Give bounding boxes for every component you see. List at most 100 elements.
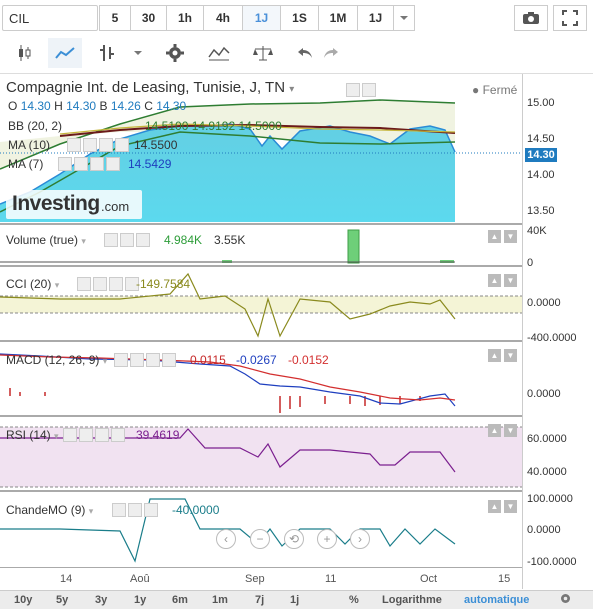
candlestick-button[interactable]	[10, 38, 40, 68]
eye-icon[interactable]	[112, 503, 126, 517]
screenshot-button[interactable]	[514, 5, 548, 31]
range-1y[interactable]: 1y	[134, 594, 146, 606]
range-3y[interactable]: 3y	[95, 594, 107, 606]
eye-icon[interactable]	[77, 277, 91, 291]
investing-logo: Investing .com	[6, 190, 142, 219]
close-icon[interactable]	[115, 138, 129, 152]
fullscreen-icon	[562, 10, 578, 26]
eye-icon[interactable]	[58, 157, 72, 171]
eye-icon[interactable]	[114, 353, 128, 367]
settings-icon[interactable]	[93, 277, 107, 291]
candlestick-icon	[19, 45, 31, 61]
pane-up-button[interactable]: ▲	[488, 274, 501, 287]
zoom-out-button[interactable]: −	[250, 529, 270, 549]
compare-button[interactable]	[246, 38, 280, 68]
percent-toggle[interactable]: %	[349, 594, 359, 606]
log-toggle[interactable]: Logarithme	[382, 594, 442, 606]
interval-1h[interactable]: 1h	[166, 5, 204, 31]
pane-up-button[interactable]: ▲	[488, 230, 501, 243]
line-chart-button[interactable]	[48, 38, 82, 68]
y-tick: 40K	[527, 225, 547, 237]
interval-dropdown[interactable]	[393, 5, 415, 31]
range-1m[interactable]: 1m	[212, 594, 228, 606]
interval-1m[interactable]: 1M	[318, 5, 358, 31]
pane-up-button[interactable]: ▲	[488, 349, 501, 362]
bottom-settings-button[interactable]	[559, 592, 572, 608]
bb-label: BB (20, 2)	[8, 119, 63, 133]
y-tick: 100.0000	[527, 493, 573, 505]
settings-icon[interactable]	[346, 83, 360, 97]
settings-button[interactable]	[160, 38, 190, 68]
symbol-input[interactable]: CIL	[2, 5, 98, 31]
cci-buttons	[77, 277, 139, 291]
indicators-button[interactable]	[202, 38, 236, 68]
interval-4h[interactable]: 4h	[203, 5, 243, 31]
range-6m[interactable]: 6m	[172, 594, 188, 606]
y-tick: 14.50	[527, 133, 555, 145]
pane-up-button[interactable]: ▲	[488, 500, 501, 513]
redo-icon	[324, 48, 338, 58]
interval-30[interactable]: 30	[130, 5, 167, 31]
macd-value: -0.0267	[236, 353, 277, 367]
main-pane-buttons	[346, 83, 376, 97]
y-tick: 40.0000	[527, 466, 567, 478]
eye-icon[interactable]	[63, 428, 77, 442]
close-icon[interactable]	[111, 428, 125, 442]
interval-1j-active[interactable]: 1J	[242, 5, 281, 31]
volume-bar-spike	[347, 229, 360, 264]
macd-label: MACD (12, 26, 9) ▾	[6, 353, 108, 367]
pane-down-button[interactable]: ▼	[504, 500, 517, 513]
range-7j[interactable]: 7j	[255, 594, 264, 606]
gear-icon[interactable]	[95, 428, 109, 442]
pane-down-button[interactable]: ▼	[504, 424, 517, 437]
eye-icon[interactable]	[67, 138, 81, 152]
settings-icon[interactable]	[128, 503, 142, 517]
settings-icon	[166, 44, 184, 62]
zoom-in-button[interactable]: +	[317, 529, 337, 549]
chevron-down-icon	[400, 16, 408, 20]
scroll-right-button[interactable]: ›	[350, 529, 370, 549]
undo-button[interactable]	[293, 38, 317, 68]
redo-button[interactable]	[319, 38, 343, 68]
settings-icon[interactable]	[74, 157, 88, 171]
interval-1j-custom[interactable]: 1J	[357, 5, 394, 31]
last-price-tag: 14.30	[525, 148, 557, 162]
gear-icon	[561, 594, 570, 603]
scroll-left-button[interactable]: ‹	[216, 529, 236, 549]
close-icon[interactable]	[162, 353, 176, 367]
close-icon[interactable]	[136, 233, 150, 247]
gear-icon[interactable]	[146, 353, 160, 367]
gear-icon[interactable]	[99, 138, 113, 152]
close-icon[interactable]	[106, 157, 120, 171]
gear-icon[interactable]	[90, 157, 104, 171]
logo-text: Investing	[12, 192, 100, 215]
expand-icon[interactable]	[362, 83, 376, 97]
reset-button[interactable]: ⟲	[284, 529, 304, 549]
gear-icon[interactable]	[109, 277, 123, 291]
interval-5[interactable]: 5	[99, 5, 131, 31]
y-tick: 0.0000	[527, 524, 561, 536]
chart-widget: CIL 5 30 1h 4h 1J 1S 1M 1J Compagnie Int…	[0, 0, 593, 609]
settings-icon[interactable]	[120, 233, 134, 247]
bar-chart-button[interactable]	[92, 38, 122, 68]
pane-up-button[interactable]: ▲	[488, 424, 501, 437]
settings-icon[interactable]	[79, 428, 93, 442]
interval-1s[interactable]: 1S	[280, 5, 319, 31]
close-icon[interactable]	[144, 503, 158, 517]
eye-icon[interactable]	[104, 233, 118, 247]
fullscreen-button[interactable]	[553, 5, 587, 31]
range-10y[interactable]: 10y	[14, 594, 32, 606]
range-5y[interactable]: 5y	[56, 594, 68, 606]
dropdown-icon	[134, 51, 142, 55]
range-1j[interactable]: 1j	[290, 594, 299, 606]
x-tick: Oct	[420, 573, 438, 585]
pane-down-button[interactable]: ▼	[504, 230, 517, 243]
pane-down-button[interactable]: ▼	[504, 274, 517, 287]
auto-toggle[interactable]: automatique	[464, 594, 529, 606]
volume-value: 4.984K	[164, 233, 203, 247]
y-tick: 0.0000	[527, 388, 561, 400]
pane-down-button[interactable]: ▼	[504, 349, 517, 362]
settings-icon[interactable]	[83, 138, 97, 152]
chart-type-dropdown[interactable]	[128, 38, 148, 68]
settings-icon[interactable]	[130, 353, 144, 367]
